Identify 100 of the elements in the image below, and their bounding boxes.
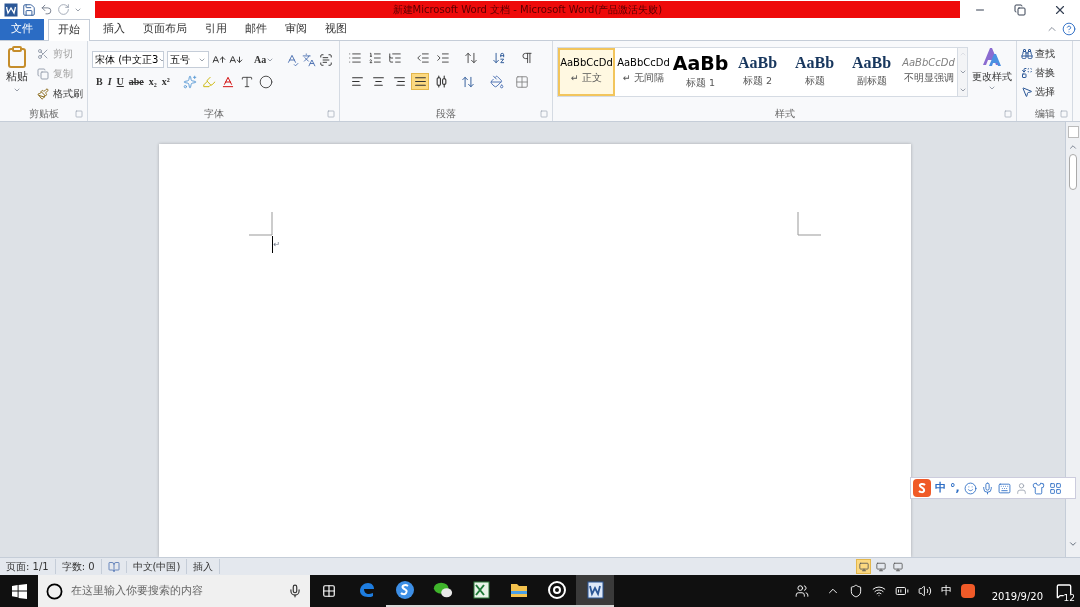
change-case-button[interactable]: Aa <box>254 52 275 67</box>
task-view-icon <box>322 584 336 598</box>
shield-icon[interactable] <box>848 584 863 598</box>
font-color-icon[interactable] <box>220 74 235 89</box>
format-button[interactable]: x² <box>161 74 170 89</box>
status-item[interactable]: 字数: 0 <box>55 559 102 574</box>
user-icon[interactable] <box>1014 481 1028 495</box>
browser-icon <box>395 580 415 600</box>
format-button[interactable]: B <box>96 74 103 89</box>
font-size-field[interactable]: 五号 <box>167 51 209 68</box>
borders-icon[interactable] <box>515 74 529 89</box>
view-button[interactable] <box>856 559 871 574</box>
editing-button[interactable]: 查找 <box>1021 45 1055 62</box>
punctuation-button[interactable]: °, <box>950 479 960 497</box>
assistant-icon <box>46 582 63 600</box>
paragraph-mark: ↵ <box>273 239 281 251</box>
editing-button[interactable]: 选择 <box>1021 83 1055 100</box>
align-button[interactable] <box>411 73 429 90</box>
group-label: 段落 <box>436 107 456 121</box>
increase-indent-icon[interactable] <box>436 51 450 65</box>
document-app-icon <box>585 580 605 600</box>
notification-button[interactable]: 12 <box>1052 579 1076 603</box>
shading-icon[interactable] <box>490 74 504 89</box>
ribbon-tab[interactable]: 页面布局 <box>134 19 196 40</box>
battery-icon[interactable] <box>894 584 909 598</box>
crop-mark <box>248 212 273 236</box>
line-spacing-icon[interactable] <box>461 74 475 89</box>
select-icon <box>1021 85 1033 98</box>
vertical-scrollbar[interactable] <box>1065 122 1080 557</box>
style-tile[interactable]: AaBbCcDd ↵ 无间隔 <box>615 48 672 96</box>
font-name-field[interactable]: 宋体 (中文正3 <box>92 51 164 68</box>
view-icon <box>875 561 886 572</box>
replace-icon <box>1021 66 1033 79</box>
wifi-icon[interactable] <box>871 584 886 598</box>
scroll-down-icon <box>958 68 967 76</box>
character-border-icon[interactable] <box>319 52 334 67</box>
paste-button[interactable]: 粘贴 <box>4 45 29 106</box>
ime-mode-button[interactable]: 中 <box>935 479 946 497</box>
ribbon-tab[interactable]: 开始 <box>48 19 90 41</box>
numbering-icon[interactable] <box>368 51 382 65</box>
sort-icon[interactable] <box>492 51 506 65</box>
status-item[interactable]: 插入 <box>187 559 221 574</box>
format-button[interactable]: abe <box>128 74 144 89</box>
emoji-icon[interactable] <box>963 481 977 495</box>
status-item[interactable]: 中文(中国) <box>126 559 188 574</box>
text-effects-icon[interactable] <box>182 74 197 89</box>
more-icon <box>958 86 967 94</box>
decrease-indent-icon[interactable] <box>416 51 430 65</box>
enclosed-character-icon[interactable] <box>258 74 273 89</box>
search-field[interactable]: 在这里输入你要搜索的内容 <box>38 575 310 607</box>
volume-icon[interactable] <box>917 584 932 598</box>
undo-icon[interactable] <box>40 3 53 16</box>
group-label: 样式 <box>774 107 795 121</box>
word-app-icon[interactable] <box>4 2 18 17</box>
file-tab[interactable]: 文件 <box>0 19 44 40</box>
format-button[interactable]: I <box>107 74 112 89</box>
taskbar-app-button[interactable] <box>576 575 614 607</box>
style-tile[interactable]: AaBb 副标题 <box>843 48 900 96</box>
change-styles-button[interactable]: 更改样式 <box>972 45 1012 106</box>
editing-button[interactable]: 替换 <box>1021 64 1055 81</box>
microphone-icon <box>288 584 302 598</box>
clock-date[interactable]: 2019/9/20 <box>991 588 1043 604</box>
align-icon <box>371 75 385 88</box>
style-tile[interactable]: AaBb 标题 <box>786 48 843 96</box>
clipboard-button[interactable]: 格式刷 <box>37 85 83 102</box>
format-button[interactable]: x₂ <box>148 74 157 89</box>
style-tile[interactable]: AaBbCcDd 不明显强调 <box>900 48 957 96</box>
document-page[interactable]: ↵ <box>158 144 911 557</box>
help-icon[interactable] <box>1062 22 1076 36</box>
microphone-icon[interactable] <box>980 481 994 495</box>
view-icon <box>858 561 869 572</box>
input-language[interactable]: 中 <box>940 582 952 600</box>
format-button[interactable]: U <box>116 74 124 89</box>
ribbon-tab[interactable]: 插入 <box>94 19 134 40</box>
ribbon-tab[interactable]: 视图 <box>316 19 356 40</box>
ime-logo-icon[interactable] <box>913 479 931 497</box>
style-tile[interactable]: AaBb 标题 2 <box>729 48 786 96</box>
ribbon-tab[interactable]: 引用 <box>196 19 236 40</box>
people-icon[interactable] <box>794 584 809 598</box>
proofing-icon[interactable] <box>107 560 120 573</box>
style-tile[interactable]: AaBbCcDd ↵ 正文 <box>558 48 615 96</box>
redo-icon[interactable] <box>57 3 70 16</box>
grid-icon[interactable] <box>1048 481 1062 495</box>
status-item[interactable]: 页面: 1/1 <box>0 559 56 574</box>
ribbon-tab[interactable]: 邮件 <box>236 19 276 40</box>
shirt-icon[interactable] <box>1031 481 1045 495</box>
ribbon-tab[interactable]: 审阅 <box>276 19 316 40</box>
keyboard-icon[interactable] <box>997 481 1011 495</box>
save-icon[interactable] <box>22 2 36 17</box>
multilevel-list-icon[interactable] <box>388 51 402 65</box>
show-marks-icon[interactable] <box>520 51 534 65</box>
align-icon <box>350 75 364 88</box>
group-label: 字体 <box>203 107 224 121</box>
scrollbar-thumb[interactable] <box>1069 154 1077 190</box>
chat-bubbles-icon <box>433 580 453 600</box>
bullets-icon[interactable] <box>348 51 362 65</box>
scroll-up-icon <box>1068 142 1078 152</box>
ime-logo-icon[interactable] <box>960 584 975 598</box>
style-tile[interactable]: AaBb 标题 1 <box>672 48 729 96</box>
notification-icon <box>1056 583 1072 599</box>
